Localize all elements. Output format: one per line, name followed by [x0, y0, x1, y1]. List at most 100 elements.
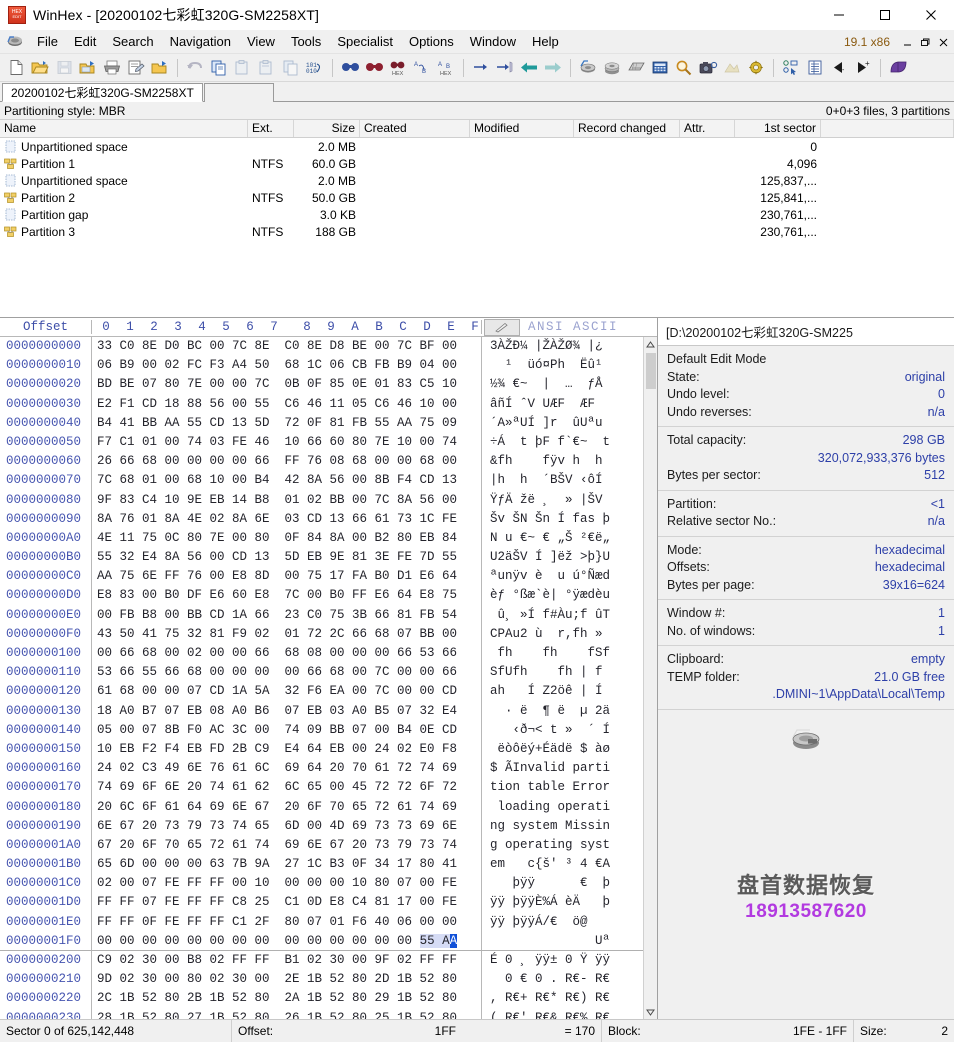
- minimize-icon[interactable]: [816, 0, 862, 30]
- hex-row-bytes[interactable]: C9 02 30 00 B8 02 FF FF B1 02 30 00 9F 0…: [92, 951, 482, 971]
- chevron-down-icon[interactable]: [644, 1005, 658, 1019]
- hex-row-bytes[interactable]: 67 20 6F 70 65 72 61 74 69 6E 67 20 73 7…: [92, 835, 482, 856]
- hex-row[interactable]: 00000000A0 4E 11 75 0C 80 7E 00 80 0F 84 …: [0, 528, 643, 549]
- hex-row[interactable]: 0000000000 33 C0 8E D0 BC 00 7C 8E C0 8E …: [0, 337, 643, 357]
- report-icon[interactable]: [803, 56, 827, 80]
- hex-row-ascii[interactable]: É 0 ¸ ÿÿ± 0 Ÿ ÿÿ: [482, 951, 643, 970]
- properties-icon[interactable]: [124, 56, 148, 80]
- hex-row-ascii[interactable]: 0 € 0 . R€- R€: [482, 970, 643, 989]
- hex-row-ascii[interactable]: loading operati: [482, 798, 643, 817]
- hex-row-ascii[interactable]: |h h ´BŠV ‹ôÍ: [482, 471, 643, 490]
- hex-row[interactable]: 0000000100 00 66 68 00 02 00 00 66 68 08 …: [0, 644, 643, 664]
- column-header-ext[interactable]: Ext.: [248, 120, 294, 137]
- hex-row-bytes[interactable]: 9D 02 30 00 80 02 30 00 2E 1B 52 80 2D 1…: [92, 970, 482, 990]
- goto-offset-icon[interactable]: [469, 56, 493, 80]
- hex-row-bytes[interactable]: F7 C1 01 00 74 03 FE 46 10 66 60 80 7E 1…: [92, 432, 482, 453]
- hex-row-bytes[interactable]: 28 1B 52 80 27 1B 52 80 26 1B 52 80 25 1…: [92, 1008, 482, 1019]
- find-text-hex-icon[interactable]: HEX: [386, 56, 410, 80]
- hex-row-bytes[interactable]: 6E 67 20 73 79 73 74 65 6D 00 4D 69 73 7…: [92, 816, 482, 836]
- hex-row-bytes[interactable]: AA 75 6E FF 76 00 E8 8D 00 75 17 FA B0 D…: [92, 567, 482, 587]
- hex-row-ascii[interactable]: èƒ °ßæ`è| °ÿædèu: [482, 586, 643, 605]
- hex-row-bytes[interactable]: 65 6D 00 00 00 63 7B 9A 27 1C B3 0F 34 1…: [92, 855, 482, 875]
- menu-view[interactable]: View: [239, 32, 283, 51]
- hex-row-ascii[interactable]: &fh fÿv h h: [482, 452, 643, 471]
- hex-row-ascii[interactable]: ÿÿ þÿÿÁ/€ ö@: [482, 913, 643, 932]
- hex-row-ascii[interactable]: ¹ üó¤Ph Ëû¹: [482, 356, 643, 375]
- save-as-icon[interactable]: [76, 56, 100, 80]
- hex-row[interactable]: 00000001D0 FF FF 07 FE FF FF C8 25 C1 0D …: [0, 893, 643, 913]
- find-hex-icon[interactable]: [362, 56, 386, 80]
- next-icon[interactable]: +: [851, 56, 875, 80]
- hex-row[interactable]: 00000001B0 65 6D 00 00 00 63 7B 9A 27 1C …: [0, 855, 643, 875]
- hex-row[interactable]: 0000000170 74 69 6F 6E 20 74 61 62 6C 65 …: [0, 778, 643, 798]
- hex-row-bytes[interactable]: 26 66 68 00 00 00 00 66 FF 76 08 68 00 0…: [92, 452, 482, 472]
- hex-row[interactable]: 0000000120 61 68 00 00 07 CD 1A 5A 32 F6 …: [0, 682, 643, 702]
- hex-row-ascii[interactable]: tion table Error: [482, 778, 643, 797]
- hex-row-ascii[interactable]: 3ÀŽÐ¼ |ŽÀŽØ¾ |¿: [482, 337, 643, 356]
- table-row[interactable]: Partition 1 NTFS 60.0 GB 4,096: [0, 155, 954, 172]
- copy-block-icon[interactable]: [279, 56, 303, 80]
- gradient-icon[interactable]: [720, 56, 744, 80]
- hex-row[interactable]: 0000000150 10 EB F2 F4 EB FD 2B C9 E4 64 …: [0, 739, 643, 760]
- hex-row-ascii[interactable]: U2äŠV Í ]ëž >þ}U: [482, 548, 643, 567]
- print-icon[interactable]: [100, 56, 124, 80]
- settings-gear-icon[interactable]: [744, 56, 768, 80]
- hex-row[interactable]: 0000000130 18 A0 B7 07 EB 08 A0 B6 07 EB …: [0, 701, 643, 721]
- hex-row[interactable]: 00000000E0 00 FB B8 00 BB CD 1A 66 23 C0 …: [0, 605, 643, 625]
- hex-row-ascii[interactable]: , R€+ R€* R€) R€: [482, 989, 643, 1008]
- hex-row-bytes[interactable]: 8A 76 01 8A 4E 02 8A 6E 03 CD 13 66 61 7…: [92, 509, 482, 529]
- hex-row-ascii[interactable]: ½¾ €~ | … ƒÅ: [482, 375, 643, 394]
- hex-row-ascii[interactable]: fh fh fSf: [482, 644, 643, 663]
- hex-row-bytes[interactable]: 61 68 00 00 07 CD 1A 5A 32 F6 EA 00 7C 0…: [92, 682, 482, 702]
- hex-row-bytes[interactable]: 43 50 41 75 32 81 F9 02 01 72 2C 66 68 0…: [92, 624, 482, 644]
- menu-edit[interactable]: Edit: [66, 32, 104, 51]
- menu-navigation[interactable]: Navigation: [162, 32, 239, 51]
- ram-icon[interactable]: [624, 56, 648, 80]
- table-row[interactable]: Unpartitioned space 2.0 MB 125,837,...: [0, 172, 954, 189]
- hex-row-bytes[interactable]: 05 00 07 8B F0 AC 3C 00 74 09 BB 07 00 B…: [92, 720, 482, 740]
- column-header-created[interactable]: Created: [360, 120, 470, 137]
- hex-row-bytes[interactable]: 06 B9 00 02 FC F3 A4 50 68 1C 06 CB FB B…: [92, 356, 482, 376]
- open-disk-icon[interactable]: [148, 56, 172, 80]
- copy-icon[interactable]: [207, 56, 231, 80]
- binary-data-icon[interactable]: 101 010: [303, 56, 327, 80]
- hex-row[interactable]: 00000000F0 43 50 41 75 32 81 F9 02 01 72 …: [0, 624, 643, 644]
- hex-row[interactable]: 0000000110 53 66 55 66 68 00 00 00 00 66 …: [0, 663, 643, 683]
- snapshot-icon[interactable]: [696, 56, 720, 80]
- help-icon[interactable]: [886, 56, 910, 80]
- maximize-icon[interactable]: [862, 0, 908, 30]
- hex-row-ascii[interactable]: ªunÿv è u ú°Ñæd: [482, 567, 643, 586]
- hex-row[interactable]: 0000000060 26 66 68 00 00 00 00 66 FF 76 …: [0, 452, 643, 472]
- column-header-record-changed[interactable]: Record changed: [574, 120, 680, 137]
- hex-row-ascii[interactable]: SfUfh fh | f: [482, 663, 643, 682]
- hex-row-ascii[interactable]: em c{š' ³ 4 €A: [482, 855, 643, 874]
- tab-empty-slot[interactable]: [203, 83, 274, 102]
- menu-tools[interactable]: Tools: [283, 32, 329, 51]
- hex-row-bytes[interactable]: 9F 83 C4 10 9E EB 14 B8 01 02 BB 00 7C 8…: [92, 490, 482, 510]
- hex-row[interactable]: 00000000C0 AA 75 6E FF 76 00 E8 8D 00 75 …: [0, 567, 643, 587]
- hex-row-bytes[interactable]: FF FF 0F FE FF FF C1 2F 80 07 01 F6 40 0…: [92, 912, 482, 932]
- save-icon[interactable]: [52, 56, 76, 80]
- hex-row-ascii[interactable]: ŸƒÄ žë ¸ » |ŠV: [482, 491, 643, 510]
- paste-icon[interactable]: [231, 56, 255, 80]
- hex-row[interactable]: 00000001F0 00 00 00 00 00 00 00 00 00 00 …: [0, 931, 643, 951]
- hex-row-bytes[interactable]: 24 02 C3 49 6E 76 61 6C 69 64 20 70 61 7…: [92, 759, 482, 779]
- table-row[interactable]: Partition 3 NTFS 188 GB 230,761,...: [0, 223, 954, 240]
- paste-clipboard-icon[interactable]: [255, 56, 279, 80]
- calculator-icon[interactable]: [648, 56, 672, 80]
- hex-row-ascii[interactable]: û¸ »Í f#Àu;f ûT: [482, 606, 643, 625]
- hex-row-ascii[interactable]: ëòôëý+Éädë $ àø: [482, 740, 643, 759]
- hex-row-bytes[interactable]: 74 69 6F 6E 20 74 61 62 6C 65 00 45 72 7…: [92, 778, 482, 798]
- hex-row[interactable]: 0000000050 F7 C1 01 00 74 03 FE 46 10 66 …: [0, 432, 643, 453]
- undo-icon[interactable]: [183, 56, 207, 80]
- hex-rows-container[interactable]: 0000000000 33 C0 8E D0 BC 00 7C 8E C0 8E …: [0, 337, 643, 1019]
- replace-hex-icon[interactable]: A B HEX: [434, 56, 458, 80]
- hex-row[interactable]: 00000001A0 67 20 6F 70 65 72 61 74 69 6E …: [0, 835, 643, 856]
- hex-row-bytes[interactable]: 02 00 07 FE FF FF 00 10 00 00 00 10 80 0…: [92, 874, 482, 894]
- hex-vertical-scrollbar[interactable]: [643, 337, 657, 1019]
- forward-icon[interactable]: [541, 56, 565, 80]
- column-header-size[interactable]: Size: [294, 120, 360, 137]
- back-icon[interactable]: [517, 56, 541, 80]
- column-header-modified[interactable]: Modified: [470, 120, 574, 137]
- hex-row[interactable]: 0000000160 24 02 C3 49 6E 76 61 6C 69 64 …: [0, 759, 643, 779]
